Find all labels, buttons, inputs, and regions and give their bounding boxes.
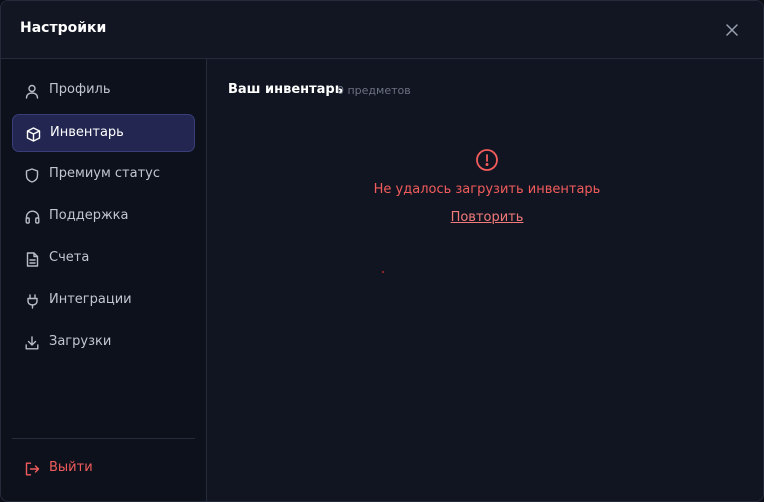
sidebar-divider <box>12 438 195 439</box>
sidebar-item-label: Поддержка <box>49 208 129 223</box>
modal-header: Настройки <box>1 1 763 59</box>
settings-sidebar: Профиль Инвентарь Премиум статус Поддерж… <box>1 59 207 501</box>
error-message: Не удалось загрузить инвентарь <box>373 182 601 197</box>
sidebar-item-premium[interactable]: Премиум статус <box>12 156 195 194</box>
sidebar-item-label: Премиум статус <box>49 166 161 181</box>
sidebar-item-profile[interactable]: Профиль <box>12 72 195 110</box>
logout-icon <box>24 461 40 477</box>
sidebar-item-label: Интеграции <box>49 292 132 307</box>
close-button[interactable] <box>721 19 743 41</box>
logout-label: Выйти <box>49 460 93 475</box>
sidebar-item-label: Загрузки <box>49 334 112 349</box>
sidebar-item-invoices[interactable]: Счета <box>12 240 195 278</box>
sidebar-item-label: Профиль <box>49 82 111 97</box>
logout-button[interactable]: Выйти <box>12 451 195 487</box>
item-count: 0 предметов <box>337 84 411 97</box>
sidebar-item-downloads[interactable]: Загрузки <box>12 324 195 362</box>
inventory-panel: Ваш инвентарь 0 предметов Не удалось заг… <box>208 59 763 501</box>
sidebar-item-support[interactable]: Поддержка <box>12 198 195 236</box>
headphones-icon <box>24 209 40 225</box>
document-icon <box>24 251 40 267</box>
settings-modal: Настройки Профиль Инвентарь Премиум стат… <box>0 0 764 502</box>
download-icon <box>24 335 40 351</box>
page-title: Ваш инвентарь <box>228 82 343 97</box>
sidebar-item-label: Инвентарь <box>50 125 124 140</box>
retry-link[interactable]: Повторить <box>451 210 524 225</box>
sidebar-item-integrations[interactable]: Интеграции <box>12 282 195 320</box>
modal-title: Настройки <box>20 20 107 36</box>
user-icon <box>24 83 40 99</box>
plug-icon <box>24 293 40 309</box>
sidebar-item-label: Счета <box>49 250 90 265</box>
loading-dot <box>382 271 384 273</box>
close-icon <box>726 24 738 36</box>
alert-circle-icon <box>475 148 499 172</box>
sidebar-item-inventory[interactable]: Инвентарь <box>12 114 195 152</box>
retry-container: Повторить <box>208 210 763 225</box>
box-icon <box>25 126 41 142</box>
shield-icon <box>24 167 40 183</box>
